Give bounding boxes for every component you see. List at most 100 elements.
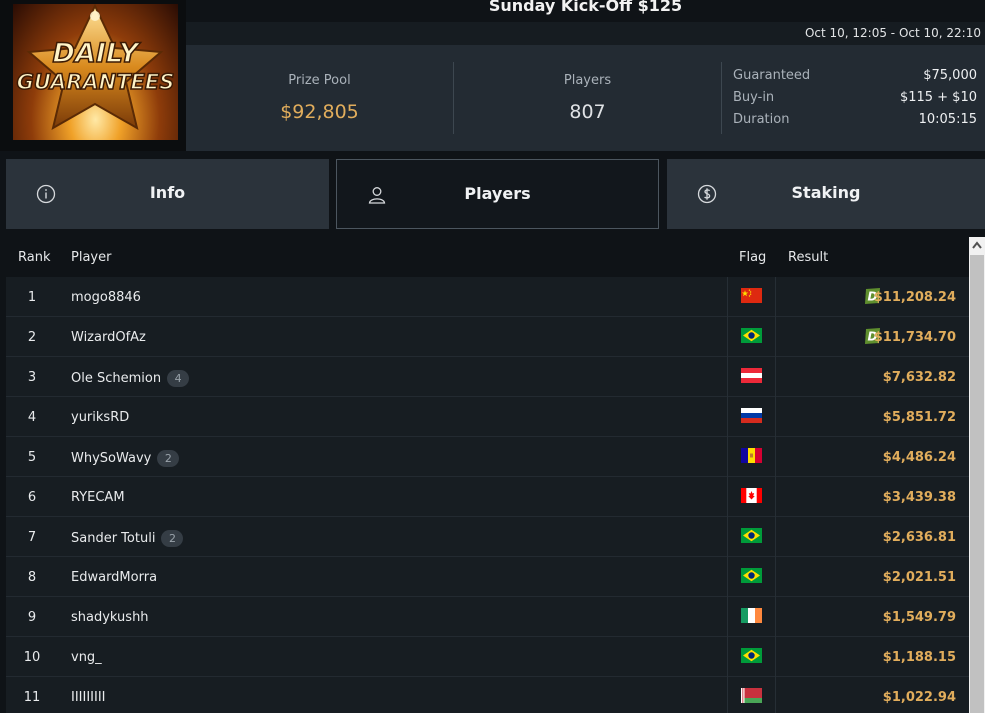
logo-text-guarantees: GUARANTEES bbox=[16, 69, 175, 95]
tournament-dates: Oct 10, 12:05 - Oct 10, 22:10 bbox=[804, 26, 981, 40]
table-row[interactable]: 11 IIIIIIIII $1,022.94 bbox=[6, 677, 969, 713]
austria-flag-icon bbox=[741, 368, 762, 383]
row-rank: 11 bbox=[23, 690, 41, 705]
meta-value: $115 + $10 bbox=[899, 90, 977, 105]
title-bar: Sunday Kick-Off $125 bbox=[186, 0, 985, 22]
brazil-flag-icon bbox=[741, 528, 762, 543]
entries-badge: 2 bbox=[161, 530, 184, 547]
row-player-name[interactable]: WizardOfAz bbox=[71, 330, 146, 345]
row-result: $7,632.82 bbox=[882, 370, 956, 385]
tab-players[interactable]: Players bbox=[336, 159, 659, 229]
table-row[interactable]: 7 Sander Totuli 2 $2,636.81 bbox=[6, 517, 969, 557]
prize-pool-value: $92,805 bbox=[280, 101, 359, 123]
row-flag-cell bbox=[727, 637, 776, 677]
row-result: $4,486.24 bbox=[882, 450, 956, 465]
meta-value: 10:05:15 bbox=[918, 112, 977, 127]
ireland-flag-icon bbox=[741, 608, 762, 623]
brazil-flag-icon bbox=[741, 648, 762, 663]
players-table: Rank Player Flag Result 1 mogo8846 D $11,… bbox=[6, 237, 969, 713]
row-result: $11,734.70 bbox=[873, 330, 956, 345]
andorra-flag-icon bbox=[741, 448, 762, 463]
column-header-flag[interactable]: Flag bbox=[739, 250, 766, 265]
row-flag-cell bbox=[727, 317, 776, 357]
row-rank: 8 bbox=[27, 570, 37, 585]
tab-staking-label: Staking bbox=[791, 183, 861, 202]
tab-players-label: Players bbox=[464, 184, 531, 203]
meta-row-guaranteed: Guaranteed $75,000 bbox=[733, 68, 977, 90]
table-row[interactable]: 8 EdwardMorra $2,021.51 bbox=[6, 557, 969, 597]
row-result: $1,188.15 bbox=[882, 650, 956, 665]
prize-pool-label: Prize Pool bbox=[288, 73, 351, 88]
row-player-name[interactable]: WhySoWavy 2 bbox=[71, 450, 180, 467]
scroll-up-button[interactable] bbox=[969, 237, 985, 254]
row-player-name[interactable]: Ole Schemion 4 bbox=[71, 370, 190, 387]
row-player-name[interactable]: mogo8846 bbox=[71, 290, 141, 305]
column-header-result[interactable]: Result bbox=[788, 250, 828, 265]
row-rank: 9 bbox=[27, 610, 37, 625]
tab-info[interactable]: Info bbox=[6, 159, 329, 229]
players-stat: Players 807 bbox=[454, 45, 721, 151]
scrollbar-thumb[interactable] bbox=[970, 255, 984, 713]
meta-key: Guaranteed bbox=[733, 68, 811, 83]
row-flag-cell bbox=[727, 397, 776, 437]
brazil-flag-icon bbox=[741, 568, 762, 583]
row-rank: 3 bbox=[27, 370, 37, 385]
players-value: 807 bbox=[569, 101, 606, 123]
row-rank: 10 bbox=[23, 650, 41, 665]
chevron-up-icon bbox=[972, 241, 982, 249]
column-header-player[interactable]: Player bbox=[71, 250, 111, 265]
meta-row-duration: Duration 10:05:15 bbox=[733, 112, 977, 134]
tournament-header: DAILY GUARANTEES Sunday Kick-Off $125 Oc… bbox=[0, 0, 985, 151]
player-name-text: Sander Totuli bbox=[71, 531, 156, 546]
row-player-name[interactable]: vng_ bbox=[71, 650, 102, 665]
tournament-meta: Guaranteed $75,000 Buy-in $115 + $10 Dur… bbox=[733, 68, 977, 134]
player-name-text: RYECAM bbox=[71, 490, 125, 505]
player-name-text: vng_ bbox=[71, 650, 102, 665]
meta-key: Duration bbox=[733, 112, 790, 127]
entries-badge: 4 bbox=[167, 370, 190, 387]
row-player-name[interactable]: yuriksRD bbox=[71, 410, 129, 425]
row-rank: 2 bbox=[27, 330, 37, 345]
belarus-flag-icon bbox=[741, 688, 762, 703]
row-flag-cell bbox=[727, 357, 776, 397]
china-flag-icon bbox=[741, 288, 762, 303]
table-row[interactable]: 1 mogo8846 D $11,208.24 bbox=[6, 277, 969, 317]
row-player-name[interactable]: EdwardMorra bbox=[71, 570, 157, 585]
dates-bar: Oct 10, 12:05 - Oct 10, 22:10 bbox=[186, 22, 985, 45]
player-name-text: mogo8846 bbox=[71, 290, 141, 305]
brazil-flag-icon bbox=[741, 328, 762, 343]
tab-staking[interactable]: Staking bbox=[667, 159, 985, 229]
row-flag-cell bbox=[727, 277, 776, 317]
table-row[interactable]: 10 vng_ $1,188.15 bbox=[6, 637, 969, 677]
table-row[interactable]: 2 WizardOfAz D $11,734.70 bbox=[6, 317, 969, 357]
column-header-rank[interactable]: Rank bbox=[18, 250, 50, 265]
table-row[interactable]: 5 WhySoWavy 2 $4,486.24 bbox=[6, 437, 969, 477]
entries-badge: 2 bbox=[157, 450, 180, 467]
scrollbar[interactable] bbox=[969, 237, 985, 713]
row-result: $2,636.81 bbox=[882, 530, 956, 545]
row-player-name[interactable]: Sander Totuli 2 bbox=[71, 530, 184, 547]
player-name-text: shadykushh bbox=[71, 610, 149, 625]
row-player-name[interactable]: IIIIIIIII bbox=[71, 690, 106, 705]
table-row[interactable]: 3 Ole Schemion 4 $7,632.82 bbox=[6, 357, 969, 397]
row-flag-cell bbox=[727, 517, 776, 557]
row-flag-cell bbox=[727, 677, 776, 713]
table-row[interactable]: 6 RYECAM $3,439.38 bbox=[6, 477, 969, 517]
player-name-text: WizardOfAz bbox=[71, 330, 146, 345]
table-header: Rank Player Flag Result bbox=[6, 237, 969, 277]
prize-pool-stat: Prize Pool $92,805 bbox=[186, 45, 453, 151]
daily-guarantees-logo-art: DAILY GUARANTEES bbox=[13, 4, 178, 140]
table-row[interactable]: 9 shadykushh $1,549.79 bbox=[6, 597, 969, 637]
row-rank: 5 bbox=[27, 450, 37, 465]
row-player-name[interactable]: RYECAM bbox=[71, 490, 125, 505]
tab-info-label: Info bbox=[149, 183, 186, 202]
row-rank: 1 bbox=[27, 290, 37, 305]
player-name-text: Ole Schemion bbox=[71, 371, 162, 386]
row-flag-cell bbox=[727, 477, 776, 517]
tournament-logo: DAILY GUARANTEES bbox=[0, 0, 186, 151]
meta-value: $75,000 bbox=[923, 68, 977, 83]
meta-key: Buy-in bbox=[733, 90, 775, 105]
row-result: $5,851.72 bbox=[882, 410, 956, 425]
row-player-name[interactable]: shadykushh bbox=[71, 610, 149, 625]
table-row[interactable]: 4 yuriksRD $5,851.72 bbox=[6, 397, 969, 437]
